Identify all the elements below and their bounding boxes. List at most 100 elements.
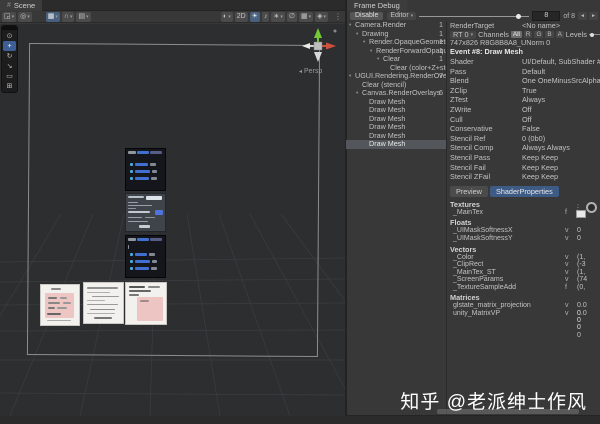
disable-button[interactable]: Disable	[350, 12, 384, 20]
property-label: Stencil Pass	[450, 152, 491, 162]
property-value: Always Always	[522, 143, 570, 153]
shader-prop-value: (74	[577, 276, 588, 284]
audio-toggle[interactable]: ♪	[261, 11, 270, 22]
next-event-button[interactable]: ►	[589, 12, 598, 20]
levels-slider[interactable]	[588, 31, 600, 38]
transform-tool[interactable]: ⊞	[3, 81, 16, 91]
property-label: Pass	[450, 66, 467, 76]
event-tree-row[interactable]: ▾ Canvas.RenderOverlays 6	[346, 89, 446, 98]
snap-magnet[interactable]: ∩ ▾	[61, 11, 75, 22]
tool-settings-orientation[interactable]: ◎ ▾	[18, 11, 32, 22]
toolbar-icon: 2D	[236, 12, 246, 20]
scene-viewport[interactable]: ⊙ + ↻ ↘ ▭ ⊞ ◂ Persp	[0, 24, 345, 416]
toolbar-icon: ▦	[300, 12, 308, 20]
chevron-down-icon: ▾	[27, 13, 30, 20]
event-slider[interactable]	[419, 12, 530, 20]
scale-tool[interactable]: ↘	[3, 61, 16, 71]
frame-debugger-controls: Disable Editor ▾ 8 of 8 ◄ ►	[346, 11, 600, 21]
scene-ui-panel-dark-2[interactable]	[125, 235, 166, 278]
overlay-grip[interactable]	[2, 26, 17, 30]
event-number-field[interactable]: 8	[532, 11, 561, 21]
slider-handle[interactable]	[516, 13, 522, 19]
event-tree-row[interactable]: ▾ Clear 1	[346, 55, 446, 64]
gizmo-cube	[313, 41, 323, 51]
property-row: Stencil Comp Always Always	[447, 143, 600, 153]
event-tree-row[interactable]: ▾ Render.OpaqueGeometry 1	[346, 38, 446, 47]
rotate-tool[interactable]: ↻	[3, 51, 16, 61]
Vectors: Vectors	[447, 245, 600, 254]
event-tree-row[interactable]: ▾ Camera.Render 1	[346, 21, 446, 30]
event-label: Camera.Render	[355, 21, 407, 29]
event-tree-row[interactable]: Clear (color+Z+sten	[346, 64, 446, 73]
event-tree-row[interactable]: ▾ UGUI.Rendering.RenderOverla 7	[346, 72, 446, 81]
tool-settings-pivot[interactable]: ◲ ▾	[2, 11, 17, 22]
event-details: RenderTarget <No name> RT 0 ▾ Channels A…	[446, 21, 600, 416]
property-row: Blend One OneMinusSrcAlpha	[447, 76, 600, 86]
event-count: 1	[439, 29, 443, 38]
toolbar-icon: ∩	[63, 12, 69, 20]
shader-prop-name: _ScreenParams	[453, 276, 504, 284]
grid-visibility[interactable]: ▤ ▾	[76, 11, 91, 22]
gizmos-dropdown[interactable]: ◈ ▾	[315, 11, 328, 22]
property-row: ZClip True	[447, 86, 600, 96]
shader-prop-flag: v	[565, 261, 569, 269]
chevron-down-icon: ▾	[11, 13, 15, 20]
event-tree-row[interactable]: Draw Mesh	[346, 123, 446, 132]
event-tree-row[interactable]: ▾ Drawing 1	[346, 30, 446, 39]
view-tool[interactable]: ⊙	[3, 31, 16, 41]
shader-prop-name: _ClipRect	[453, 261, 484, 269]
frame-debugger-panel: Frame Debug ⋮ Disable Editor ▾ 8 of 8 ◄ …	[345, 0, 600, 416]
event-label: Clear	[383, 55, 401, 63]
shader-properties-list: Textures _MainTex f Floats _UIMaskSoftne…	[447, 200, 600, 339]
event-tree-row[interactable]: Clear (stencil)	[346, 81, 446, 90]
toolbar-icon: ◈	[317, 12, 323, 20]
scene-visibility[interactable]: ∅	[286, 11, 297, 22]
view-tab[interactable]: # Scene	[0, 0, 43, 11]
property-row: Stencil ZFail Keep Keep	[447, 172, 600, 182]
scene-document-card-1[interactable]	[40, 284, 80, 326]
camera-settings[interactable]: ▦ ▾	[298, 11, 314, 22]
event-tree-row[interactable]: Draw Mesh	[346, 115, 446, 124]
channel-button[interactable]: B	[545, 31, 554, 38]
rect-tool[interactable]: ▭	[3, 71, 16, 81]
event-tree-row[interactable]: Draw Mesh	[346, 140, 446, 149]
shading-mode[interactable]: ◐ ▾	[220, 11, 233, 22]
event-tree-row[interactable]: Draw Mesh	[346, 132, 446, 141]
shader-prop-flag: v	[565, 302, 569, 310]
_MainTex: _MainTex f	[447, 209, 600, 218]
channel-button[interactable]: R	[523, 31, 533, 38]
property-value: Off	[522, 104, 532, 114]
perspective-toggle[interactable]: ◂ Persp	[299, 68, 322, 75]
prev-event-button[interactable]: ◄	[578, 12, 587, 20]
event-label: Draw Mesh	[369, 140, 406, 148]
toolbar-overflow-icon[interactable]: ⋮	[334, 12, 342, 21]
target-dropdown[interactable]: Editor ▾	[387, 12, 417, 20]
shader-prop-name: _Color	[453, 253, 474, 261]
event-label: Clear (color+Z+sten	[390, 63, 446, 72]
effects-dropdown[interactable]: ∗ ▾	[271, 11, 285, 22]
channel-button[interactable]: G	[534, 31, 544, 38]
channel-button[interactable]: All	[510, 31, 522, 38]
scene-document-card-3[interactable]	[125, 282, 167, 325]
property-label: Conservative	[450, 124, 493, 134]
tools-overlay: ⊙ + ↻ ↘ ▭ ⊞	[1, 25, 18, 93]
2d-toggle[interactable]: 2D	[234, 11, 248, 22]
toolbar-icon: ◲	[4, 12, 11, 20]
lighting-toggle[interactable]: ☀	[249, 11, 260, 22]
event-tree-row[interactable]: ▾ RenderForwardOpaque 1	[346, 47, 446, 56]
details-tab[interactable]: ShaderProperties	[489, 185, 559, 197]
shader-prop-flag: v	[565, 268, 569, 276]
details-tabs: Preview ShaderProperties	[450, 185, 600, 197]
channel-button[interactable]: A	[555, 31, 564, 38]
tab-frame-debug[interactable]: Frame Debug	[347, 0, 407, 11]
shader-prop-name: _TextureSampleAdd	[453, 283, 517, 291]
event-tree-row[interactable]: Draw Mesh	[346, 98, 446, 107]
move-tool[interactable]: +	[3, 41, 16, 51]
grid-snap-toggle[interactable]: ▦ ▾	[45, 11, 60, 22]
scene-document-card-2[interactable]	[83, 282, 124, 324]
details-tab[interactable]: Preview	[450, 185, 488, 197]
scene-ui-panel-dark-1[interactable]	[125, 148, 166, 191]
orientation-gizmo[interactable]	[298, 26, 338, 66]
event-tree-row[interactable]: Draw Mesh	[346, 106, 446, 115]
scene-ui-panel-form[interactable]	[125, 193, 166, 232]
